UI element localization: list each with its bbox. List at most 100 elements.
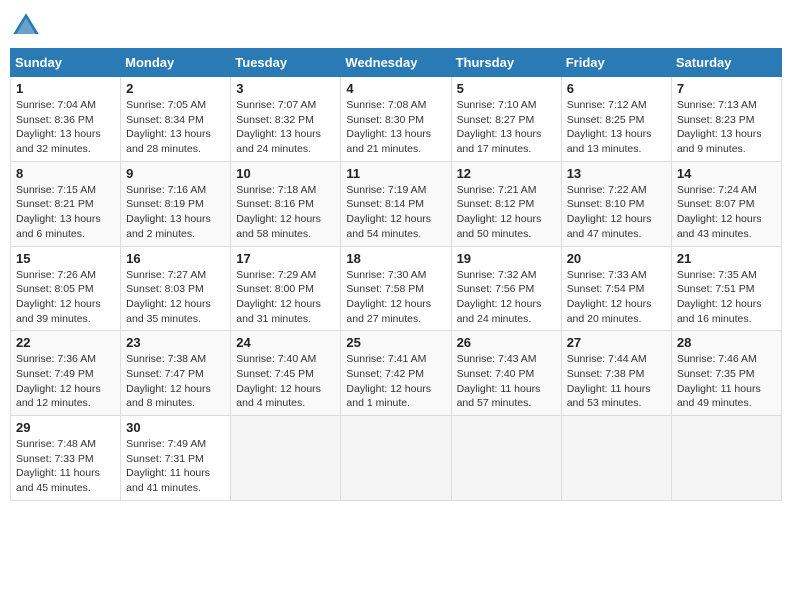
day-number: 8 — [16, 166, 115, 181]
day-info: Sunrise: 7:04 AM Sunset: 8:36 PM Dayligh… — [16, 98, 115, 157]
calendar-week-row: 22 Sunrise: 7:36 AM Sunset: 7:49 PM Dayli… — [11, 331, 782, 416]
table-row: 23Sunrise: 7:38 AM Sunset: 7:47 PM Dayli… — [121, 331, 231, 416]
weekday-header-wednesday: Wednesday — [341, 49, 451, 77]
table-row: 19 Sunrise: 7:32 AM Sunset: 7:56 PM Dayli… — [451, 246, 561, 331]
day-info: Sunrise: 7:07 AM Sunset: 8:32 PM Dayligh… — [236, 98, 335, 157]
logo — [10, 10, 46, 42]
day-info: Sunrise: 7:44 AM Sunset: 7:38 PM Dayligh… — [567, 352, 666, 411]
calendar-week-row: 29 Sunrise: 7:48 AM Sunset: 7:33 PM Dayli… — [11, 416, 782, 501]
calendar-week-row: 1 Sunrise: 7:04 AM Sunset: 8:36 PM Daylig… — [11, 77, 782, 162]
day-number: 25 — [346, 335, 445, 350]
logo-icon — [10, 10, 42, 42]
day-info: Sunrise: 7:30 AM Sunset: 7:58 PM Dayligh… — [346, 268, 445, 327]
table-row: 14 Sunrise: 7:24 AM Sunset: 8:07 PM Dayli… — [671, 161, 781, 246]
day-info: Sunrise: 7:41 AM Sunset: 7:42 PM Dayligh… — [346, 352, 445, 411]
day-info: Sunrise: 7:27 AM Sunset: 8:03 PM Dayligh… — [126, 268, 225, 327]
day-info: Sunrise: 7:46 AM Sunset: 7:35 PM Dayligh… — [677, 352, 776, 411]
day-number: 28 — [677, 335, 776, 350]
day-info: Sunrise: 7:40 AM Sunset: 7:45 PM Dayligh… — [236, 352, 335, 411]
table-row: 21Sunrise: 7:35 AM Sunset: 7:51 PM Dayli… — [671, 246, 781, 331]
day-number: 12 — [457, 166, 556, 181]
day-number: 2 — [126, 81, 225, 96]
day-info: Sunrise: 7:08 AM Sunset: 8:30 PM Dayligh… — [346, 98, 445, 157]
table-row: 11Sunrise: 7:19 AM Sunset: 8:14 PM Dayli… — [341, 161, 451, 246]
day-number: 24 — [236, 335, 335, 350]
table-row: 25 Sunrise: 7:41 AM Sunset: 7:42 PM Dayli… — [341, 331, 451, 416]
table-row: 10 Sunrise: 7:18 AM Sunset: 8:16 PM Dayli… — [231, 161, 341, 246]
day-info: Sunrise: 7:05 AM Sunset: 8:34 PM Dayligh… — [126, 98, 225, 157]
day-info: Sunrise: 7:13 AM Sunset: 8:23 PM Dayligh… — [677, 98, 776, 157]
day-number: 20 — [567, 251, 666, 266]
table-row — [451, 416, 561, 501]
day-number: 27 — [567, 335, 666, 350]
table-row: 6 Sunrise: 7:12 AM Sunset: 8:25 PM Daylig… — [561, 77, 671, 162]
day-number: 4 — [346, 81, 445, 96]
day-number: 6 — [567, 81, 666, 96]
day-number: 10 — [236, 166, 335, 181]
day-number: 7 — [677, 81, 776, 96]
weekday-header-sunday: Sunday — [11, 49, 121, 77]
day-info: Sunrise: 7:48 AM Sunset: 7:33 PM Dayligh… — [16, 437, 115, 496]
table-row: 13Sunrise: 7:22 AM Sunset: 8:10 PM Dayli… — [561, 161, 671, 246]
table-row: 2 Sunrise: 7:05 AM Sunset: 8:34 PM Daylig… — [121, 77, 231, 162]
page-header — [10, 10, 782, 42]
day-info: Sunrise: 7:22 AM Sunset: 8:10 PM Dayligh… — [567, 183, 666, 242]
table-row: 16 Sunrise: 7:27 AM Sunset: 8:03 PM Dayli… — [121, 246, 231, 331]
table-row: 17 Sunrise: 7:29 AM Sunset: 8:00 PM Dayli… — [231, 246, 341, 331]
day-info: Sunrise: 7:32 AM Sunset: 7:56 PM Dayligh… — [457, 268, 556, 327]
table-row — [341, 416, 451, 501]
day-info: Sunrise: 7:15 AM Sunset: 8:21 PM Dayligh… — [16, 183, 115, 242]
day-number: 17 — [236, 251, 335, 266]
table-row: 20 Sunrise: 7:33 AM Sunset: 7:54 PM Dayli… — [561, 246, 671, 331]
weekday-header-saturday: Saturday — [671, 49, 781, 77]
day-number: 22 — [16, 335, 115, 350]
day-info: Sunrise: 7:43 AM Sunset: 7:40 PM Dayligh… — [457, 352, 556, 411]
table-row: 18 Sunrise: 7:30 AM Sunset: 7:58 PM Dayli… — [341, 246, 451, 331]
table-row: 5 Sunrise: 7:10 AM Sunset: 8:27 PM Daylig… — [451, 77, 561, 162]
day-info: Sunrise: 7:49 AM Sunset: 7:31 PM Dayligh… — [126, 437, 225, 496]
day-number: 3 — [236, 81, 335, 96]
day-info: Sunrise: 7:29 AM Sunset: 8:00 PM Dayligh… — [236, 268, 335, 327]
table-row: 26 Sunrise: 7:43 AM Sunset: 7:40 PM Dayli… — [451, 331, 561, 416]
weekday-header-tuesday: Tuesday — [231, 49, 341, 77]
calendar-table: SundayMondayTuesdayWednesdayThursdayFrid… — [10, 48, 782, 501]
day-number: 16 — [126, 251, 225, 266]
day-info: Sunrise: 7:18 AM Sunset: 8:16 PM Dayligh… — [236, 183, 335, 242]
day-number: 21 — [677, 251, 776, 266]
table-row: 9 Sunrise: 7:16 AM Sunset: 8:19 PM Daylig… — [121, 161, 231, 246]
day-number: 18 — [346, 251, 445, 266]
day-info: Sunrise: 7:24 AM Sunset: 8:07 PM Dayligh… — [677, 183, 776, 242]
day-info: Sunrise: 7:26 AM Sunset: 8:05 PM Dayligh… — [16, 268, 115, 327]
day-number: 14 — [677, 166, 776, 181]
day-number: 15 — [16, 251, 115, 266]
day-info: Sunrise: 7:33 AM Sunset: 7:54 PM Dayligh… — [567, 268, 666, 327]
day-info: Sunrise: 7:12 AM Sunset: 8:25 PM Dayligh… — [567, 98, 666, 157]
day-info: Sunrise: 7:10 AM Sunset: 8:27 PM Dayligh… — [457, 98, 556, 157]
weekday-header-row: SundayMondayTuesdayWednesdayThursdayFrid… — [11, 49, 782, 77]
table-row: 12Sunrise: 7:21 AM Sunset: 8:12 PM Dayli… — [451, 161, 561, 246]
day-number: 1 — [16, 81, 115, 96]
table-row: 8 Sunrise: 7:15 AM Sunset: 8:21 PM Daylig… — [11, 161, 121, 246]
table-row: 24 Sunrise: 7:40 AM Sunset: 7:45 PM Dayli… — [231, 331, 341, 416]
day-number: 19 — [457, 251, 556, 266]
calendar-body: 1 Sunrise: 7:04 AM Sunset: 8:36 PM Daylig… — [11, 77, 782, 501]
table-row: 7 Sunrise: 7:13 AM Sunset: 8:23 PM Daylig… — [671, 77, 781, 162]
table-row: 3 Sunrise: 7:07 AM Sunset: 8:32 PM Daylig… — [231, 77, 341, 162]
day-number: 26 — [457, 335, 556, 350]
day-number: 29 — [16, 420, 115, 435]
table-row: 30Sunrise: 7:49 AM Sunset: 7:31 PM Dayli… — [121, 416, 231, 501]
day-info: Sunrise: 7:36 AM Sunset: 7:49 PM Dayligh… — [16, 352, 115, 411]
calendar-week-row: 8 Sunrise: 7:15 AM Sunset: 8:21 PM Daylig… — [11, 161, 782, 246]
table-row — [671, 416, 781, 501]
table-row: 28 Sunrise: 7:46 AM Sunset: 7:35 PM Dayli… — [671, 331, 781, 416]
table-row: 22 Sunrise: 7:36 AM Sunset: 7:49 PM Dayli… — [11, 331, 121, 416]
weekday-header-thursday: Thursday — [451, 49, 561, 77]
day-number: 5 — [457, 81, 556, 96]
table-row — [231, 416, 341, 501]
day-info: Sunrise: 7:16 AM Sunset: 8:19 PM Dayligh… — [126, 183, 225, 242]
day-number: 9 — [126, 166, 225, 181]
table-row: 29 Sunrise: 7:48 AM Sunset: 7:33 PM Dayli… — [11, 416, 121, 501]
table-row: 4 Sunrise: 7:08 AM Sunset: 8:30 PM Daylig… — [341, 77, 451, 162]
day-number: 23 — [126, 335, 225, 350]
weekday-header-friday: Friday — [561, 49, 671, 77]
